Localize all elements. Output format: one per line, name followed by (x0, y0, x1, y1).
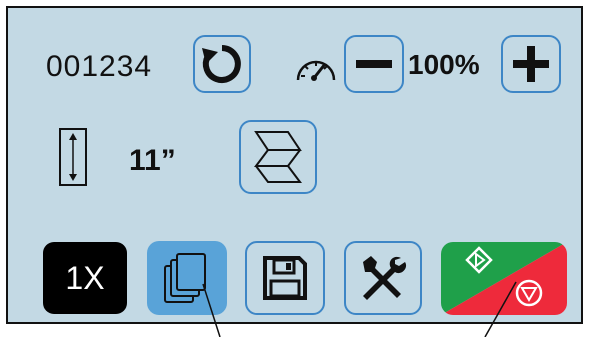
save-icon (263, 256, 307, 300)
paper-length-icon (59, 128, 87, 186)
reset-counter-button[interactable] (193, 35, 251, 93)
jobs-button[interactable] (147, 241, 227, 315)
minus-icon (356, 60, 392, 68)
plus-icon (513, 46, 549, 82)
fold-paper-icon (254, 131, 302, 183)
job-counter: 001234 (46, 50, 153, 83)
reset-counter-icon (202, 45, 241, 83)
speed-value: 100% (408, 49, 480, 80)
fold-paper-button[interactable] (239, 120, 317, 194)
control-panel-screen: 001234 100% 11” 1X (6, 6, 583, 324)
speedometer-icon (296, 60, 336, 81)
copies-button[interactable]: 1X (43, 242, 127, 314)
speed-increase-button[interactable] (501, 35, 561, 93)
speed-decrease-button[interactable] (344, 35, 404, 93)
jobs-stack-icon (164, 253, 206, 303)
save-button[interactable] (245, 241, 325, 315)
start-stop-button[interactable] (441, 242, 567, 315)
copies-label: 1X (65, 259, 105, 296)
settings-button[interactable] (344, 241, 422, 315)
start-stop-panel (441, 242, 567, 315)
tools-icon (363, 256, 407, 300)
paper-length-value: 11” (129, 144, 176, 177)
